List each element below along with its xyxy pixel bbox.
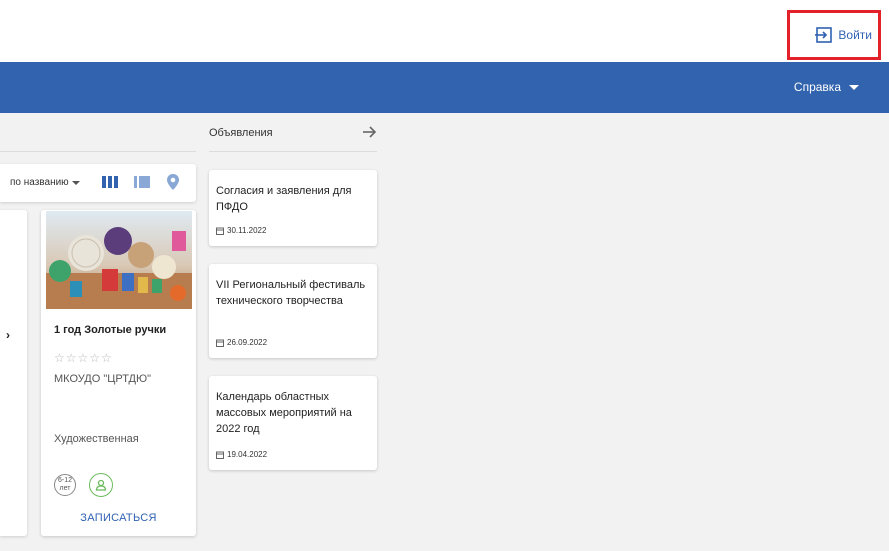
calendar-icon <box>216 451 224 459</box>
announcement-date: 30.11.2022 <box>216 226 266 235</box>
announcement-date-text: 26.09.2022 <box>227 338 268 347</box>
list-view-icon[interactable] <box>134 175 150 189</box>
age-unit: лет <box>59 485 71 492</box>
top-bar: Войти <box>0 0 889 62</box>
login-label: Войти <box>838 28 872 42</box>
announcement-title: Согласия и заявления для ПФДО <box>216 185 352 213</box>
announcement-card[interactable]: VII Региональный фестиваль технического … <box>209 264 377 358</box>
announcement-date: 26.09.2022 <box>216 338 267 347</box>
announcement-card[interactable]: Календарь областных массовых мероприятий… <box>209 376 377 470</box>
help-label: Справка <box>793 80 841 94</box>
organization-name: МКОУДО "ЦРТДЮ" <box>54 373 152 385</box>
catalog-divider <box>0 151 196 152</box>
card-fragment-marker: › <box>6 328 10 342</box>
chevron-down-icon <box>71 180 80 185</box>
sort-dropdown[interactable]: по названию <box>10 177 80 188</box>
program-card-partial[interactable]: › <box>0 210 27 536</box>
help-menu[interactable]: Справка <box>794 80 859 94</box>
announcement-date-text: 19.04.2022 <box>227 450 268 459</box>
announcements-title: Объявления <box>209 127 273 139</box>
login-icon <box>815 27 833 43</box>
map-marker-icon[interactable] <box>166 173 180 191</box>
sort-toolbar: по названию <box>0 164 196 202</box>
enroll-button[interactable]: ЗАПИСАТЬСЯ <box>41 512 196 524</box>
announcement-title: VII Региональный фестиваль технического … <box>216 279 366 307</box>
program-category: Художественная <box>54 433 139 445</box>
program-title[interactable]: 1 год Золотые ручки <box>54 324 166 336</box>
columns-view-icon[interactable] <box>102 175 118 189</box>
program-card[interactable]: 1 год Золотые ручки ☆☆☆☆☆ МКОУДО "ЦРТДЮ"… <box>41 210 196 536</box>
calendar-icon <box>216 339 224 347</box>
user-icon <box>89 473 113 497</box>
chevron-down-icon <box>849 84 859 90</box>
age-badge: 6-12 лет <box>54 474 76 496</box>
announcement-title: Календарь областных массовых мероприятий… <box>216 391 352 435</box>
announcement-date: 19.04.2022 <box>216 450 267 459</box>
calendar-icon <box>216 227 224 235</box>
announcements-divider <box>209 151 377 152</box>
arrow-right-icon[interactable] <box>361 124 377 140</box>
rating-stars: ☆☆☆☆☆ <box>54 351 113 365</box>
login-button[interactable]: Войти <box>787 10 881 60</box>
age-range: 6-12 <box>57 477 72 484</box>
announcement-date-text: 30.11.2022 <box>227 226 267 235</box>
nav-bar: Справка <box>0 62 889 113</box>
announcement-card[interactable]: Согласия и заявления для ПФДО 30.11.2022 <box>209 170 377 246</box>
announcements-header: Объявления <box>209 124 377 149</box>
sort-label: по названию <box>10 177 69 188</box>
program-image <box>46 211 192 309</box>
